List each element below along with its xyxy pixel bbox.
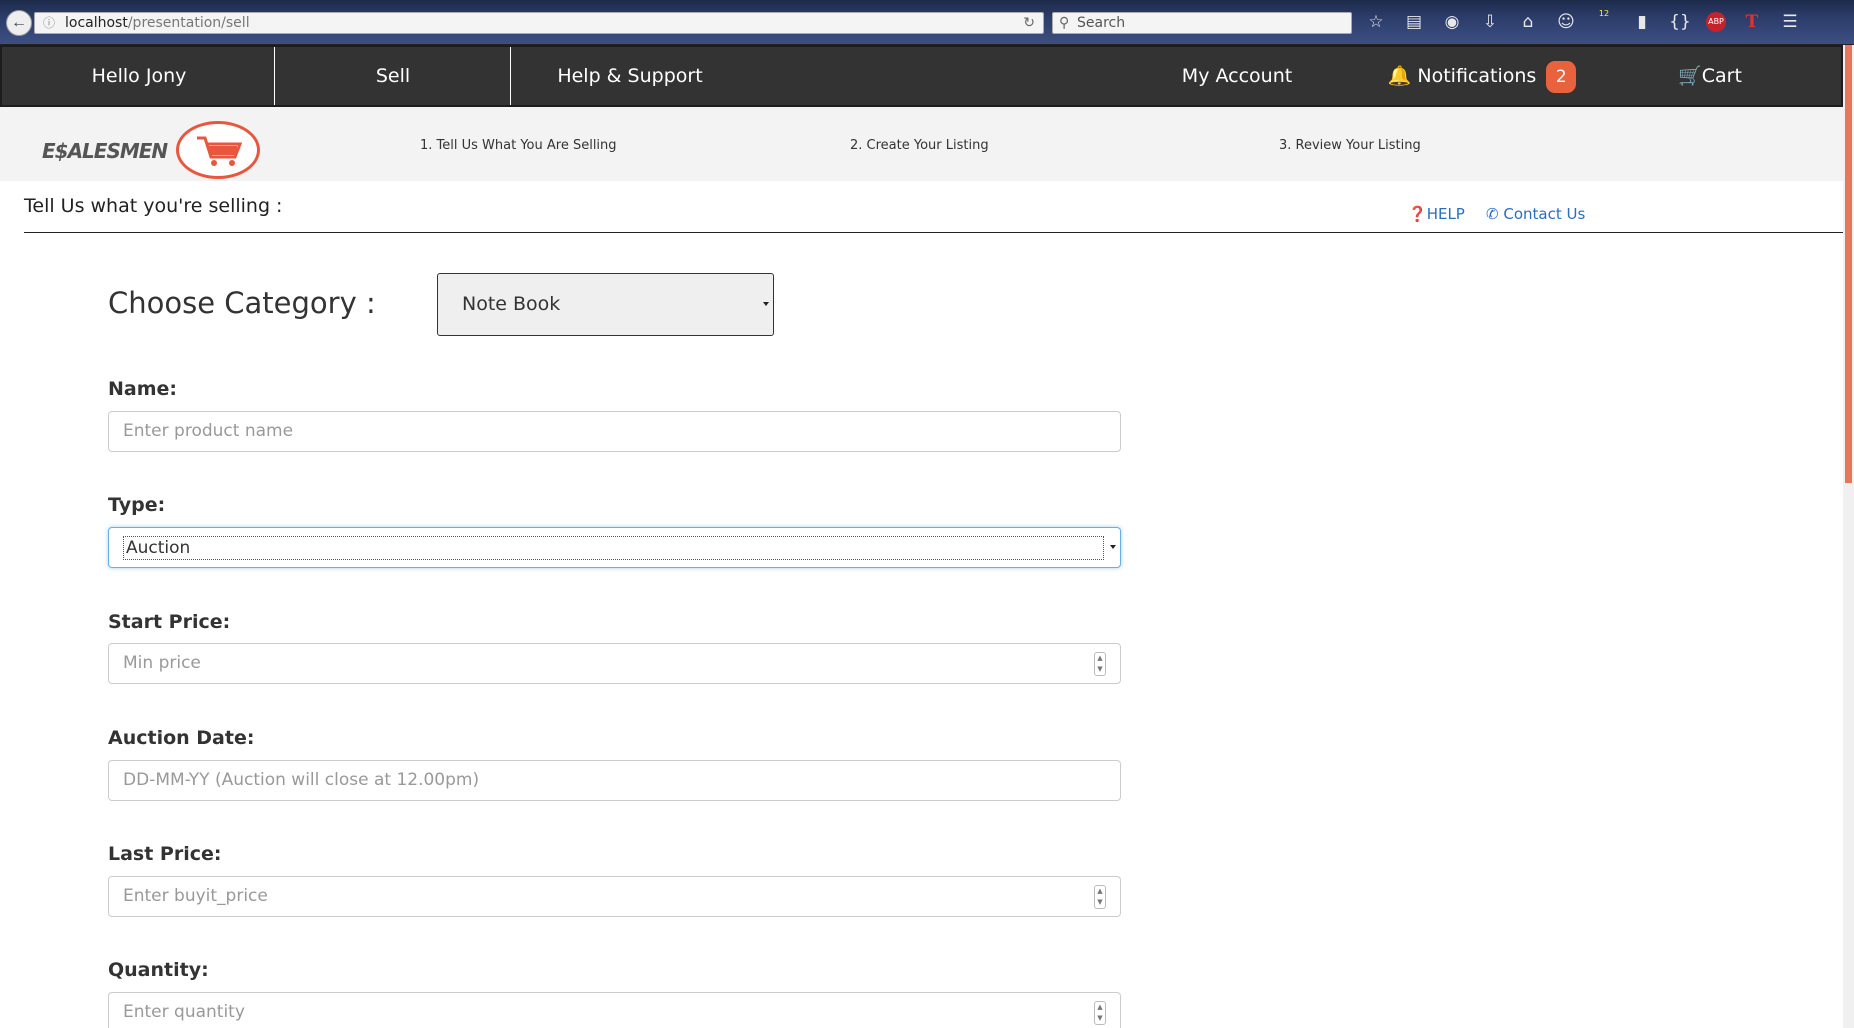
back-arrow-icon[interactable]: ← [6, 10, 32, 36]
addon-badge: 12 [1598, 9, 1610, 18]
info-icon: ⓘ [43, 16, 56, 30]
smiley-icon[interactable]: ☺ [1554, 10, 1578, 34]
step-2: 2. Create Your Listing [850, 138, 989, 153]
bell-icon: 🔔 [1387, 65, 1412, 87]
notifications-count-badge: 2 [1546, 60, 1577, 93]
number-spinner-icon[interactable]: ▲ ▼ [1094, 885, 1106, 909]
main-navbar: Hello Jony Sell Help & Support My Accoun… [0, 45, 1843, 107]
contact-us-link[interactable]: ✆ Contact Us [1486, 205, 1585, 223]
logo-text[interactable]: E$ALESMEN [42, 139, 168, 163]
quantity-label: Quantity: [108, 959, 209, 981]
contact-label: Contact Us [1503, 205, 1586, 223]
last-price-label: Last Price: [108, 843, 222, 865]
chevron-down-icon [1110, 545, 1116, 549]
download-icon[interactable]: ⇩ [1478, 10, 1502, 34]
number-spinner-icon[interactable]: ▲ ▼ [1094, 1001, 1106, 1025]
cart-label: Cart [1701, 65, 1742, 87]
chevron-down-icon [763, 302, 769, 306]
home-icon[interactable]: ⌂ [1516, 10, 1540, 34]
adblock-icon[interactable]: ABP [1706, 12, 1726, 32]
reload-icon[interactable]: ↻ [1023, 13, 1035, 33]
start-price-input[interactable]: Min price ▲ ▼ [108, 643, 1121, 684]
url-host: localhost [65, 15, 128, 31]
auction-date-placeholder: DD-MM-YY (Auction will close at 12.00pm) [123, 770, 480, 790]
step-1: 1. Tell Us What You Are Selling [420, 138, 617, 153]
nav-sell[interactable]: Sell [276, 47, 510, 105]
category-select[interactable]: Note Book [437, 273, 774, 336]
pocket-icon[interactable]: ◉ [1440, 10, 1464, 34]
nav-greeting[interactable]: Hello Jony [2, 47, 276, 105]
search-icon: ⚲ [1059, 15, 1070, 31]
auction-date-label: Auction Date: [108, 727, 255, 749]
addon-icon[interactable]: 12 [1592, 10, 1616, 34]
type-select[interactable]: Auction [108, 527, 1121, 568]
quantity-input[interactable]: Enter quantity ▲ ▼ [108, 992, 1121, 1028]
last-price-input[interactable]: Enter buyit_price ▲ ▼ [108, 876, 1121, 917]
steps-bar: E$ALESMEN 1. Tell Us What You Are Sellin… [0, 107, 1843, 181]
browser-search-placeholder: Search [1077, 15, 1126, 31]
menu-icon[interactable]: ☰ [1778, 10, 1802, 34]
category-label: Choose Category : [108, 286, 376, 320]
reading-list-icon[interactable]: ▤ [1402, 10, 1426, 34]
heading-divider [24, 232, 1844, 233]
nav-my-account[interactable]: My Account [1172, 47, 1302, 105]
name-placeholder: Enter product name [123, 421, 294, 441]
category-value: Note Book [462, 293, 561, 315]
nav-divider [274, 47, 275, 105]
quantity-placeholder: Enter quantity [123, 1002, 245, 1022]
nav-help-support[interactable]: Help & Support [512, 47, 748, 105]
help-link[interactable]: ❓HELP [1408, 205, 1465, 223]
scrollbar-thumb[interactable] [1845, 45, 1852, 483]
type-value: Auction [123, 536, 1104, 560]
nav-cart[interactable]: 🛒Cart [1670, 47, 1750, 105]
question-circle-icon: ❓ [1408, 205, 1427, 223]
nav-divider [510, 47, 511, 105]
page-title: Tell Us what you're selling : [24, 195, 283, 217]
braces-icon[interactable]: {} [1668, 10, 1692, 34]
step-3: 3. Review Your Listing [1279, 138, 1421, 153]
nav-notifications[interactable]: 🔔 Notifications 2 [1382, 47, 1582, 105]
start-price-placeholder: Min price [123, 653, 201, 673]
logo-cart-icon[interactable] [176, 121, 260, 179]
url-path: /presentation/sell [127, 15, 250, 31]
last-price-placeholder: Enter buyit_price [123, 886, 268, 906]
notifications-label: Notifications [1417, 65, 1537, 87]
help-label: HELP [1426, 205, 1465, 223]
auction-date-input[interactable]: DD-MM-YY (Auction will close at 12.00pm) [108, 760, 1121, 801]
clipboard-icon[interactable]: ▮ [1630, 10, 1654, 34]
cart-icon: 🛒 [1678, 65, 1702, 87]
phone-icon: ✆ [1486, 205, 1499, 223]
name-input[interactable]: Enter product name [108, 411, 1121, 452]
type-label: Type: [108, 494, 166, 516]
browser-search-input[interactable]: ⚲ Search [1052, 12, 1352, 34]
number-spinner-icon[interactable]: ▲ ▼ [1094, 652, 1106, 676]
start-price-label: Start Price: [108, 611, 231, 633]
bookmark-star-icon[interactable]: ☆ [1364, 10, 1388, 34]
name-label: Name: [108, 378, 178, 400]
page-scrollbar[interactable] [1843, 45, 1854, 1028]
address-bar[interactable]: ⓘ localhost/presentation/sell ↻ [34, 12, 1044, 34]
browser-toolbar-icons: ☆ ▤ ◉ ⇩ ⌂ ☺ 12 ▮ {} ABP T ☰ [1364, 10, 1802, 36]
t-extension-icon[interactable]: T [1740, 10, 1764, 34]
browser-toolbar: ← ⓘ localhost/presentation/sell ↻ ⚲ Sear… [0, 0, 1854, 45]
